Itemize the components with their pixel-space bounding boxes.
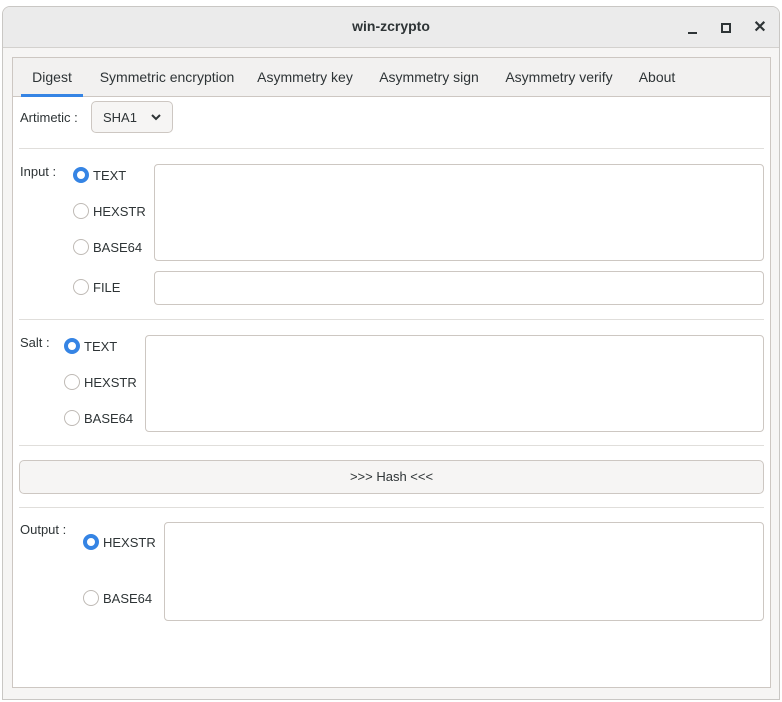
radio-unchecked-icon xyxy=(64,410,80,426)
tab-asymmetry-sign[interactable]: Asymmetry sign xyxy=(375,58,483,96)
algorithm-selected-value: SHA1 xyxy=(103,110,137,125)
radio-label: BASE64 xyxy=(84,411,134,426)
tab-asymmetry-key[interactable]: Asymmetry key xyxy=(254,58,356,96)
minimize-button[interactable] xyxy=(681,17,703,39)
tab-about[interactable]: About xyxy=(633,58,681,96)
radio-label: HEXSTR xyxy=(93,204,146,219)
hash-button[interactable]: >>> Hash <<< xyxy=(19,460,764,494)
radio-unchecked-icon xyxy=(73,203,89,219)
radio-unchecked-icon xyxy=(73,239,89,255)
algorithm-select[interactable]: SHA1 xyxy=(91,101,173,133)
divider xyxy=(19,445,764,446)
title-bar[interactable]: win-zcrypto ✕ xyxy=(3,7,779,48)
input-text-area[interactable] xyxy=(154,164,764,261)
radio-unchecked-icon xyxy=(83,590,99,606)
output-label: Output : xyxy=(20,522,67,537)
radio-checked-icon xyxy=(83,534,99,550)
tab-symmetric-encryption[interactable]: Symmetric encryption xyxy=(97,58,237,96)
radio-label: BASE64 xyxy=(93,240,143,255)
radio-checked-icon xyxy=(73,167,89,183)
divider xyxy=(19,507,764,508)
salt-text-area[interactable] xyxy=(145,335,764,432)
radio-label: TEXT xyxy=(84,339,118,354)
close-icon: ✕ xyxy=(753,19,767,36)
radio-checked-icon xyxy=(64,338,80,354)
algorithm-label: Artimetic : xyxy=(20,110,78,125)
divider xyxy=(19,148,764,149)
radio-label: HEXSTR xyxy=(103,535,156,550)
input-file-field[interactable] xyxy=(154,271,764,305)
divider xyxy=(19,319,764,320)
radio-label: FILE xyxy=(93,280,121,295)
radio-label: HEXSTR xyxy=(84,375,137,390)
tab-digest[interactable]: Digest xyxy=(21,58,83,97)
maximize-icon xyxy=(721,23,731,33)
radio-label: BASE64 xyxy=(103,591,153,606)
window-title: win-zcrypto xyxy=(352,18,430,34)
close-button[interactable]: ✕ xyxy=(749,17,771,39)
radio-unchecked-icon xyxy=(64,374,80,390)
maximize-button[interactable] xyxy=(715,17,737,39)
input-label: Input : xyxy=(20,164,57,179)
minimize-icon xyxy=(687,31,697,34)
app-window: win-zcrypto ✕ Digest Symmetric encryptio… xyxy=(2,6,780,700)
tab-bar: Digest Symmetric encryption Asymmetry ke… xyxy=(13,58,770,97)
salt-label: Salt : xyxy=(20,335,50,350)
chevron-down-icon xyxy=(151,114,161,121)
output-text-area[interactable] xyxy=(164,522,764,621)
radio-label: TEXT xyxy=(93,168,127,183)
main-panel: Digest Symmetric encryption Asymmetry ke… xyxy=(12,57,771,688)
radio-unchecked-icon xyxy=(73,279,89,295)
tab-asymmetry-verify[interactable]: Asymmetry verify xyxy=(499,58,619,96)
